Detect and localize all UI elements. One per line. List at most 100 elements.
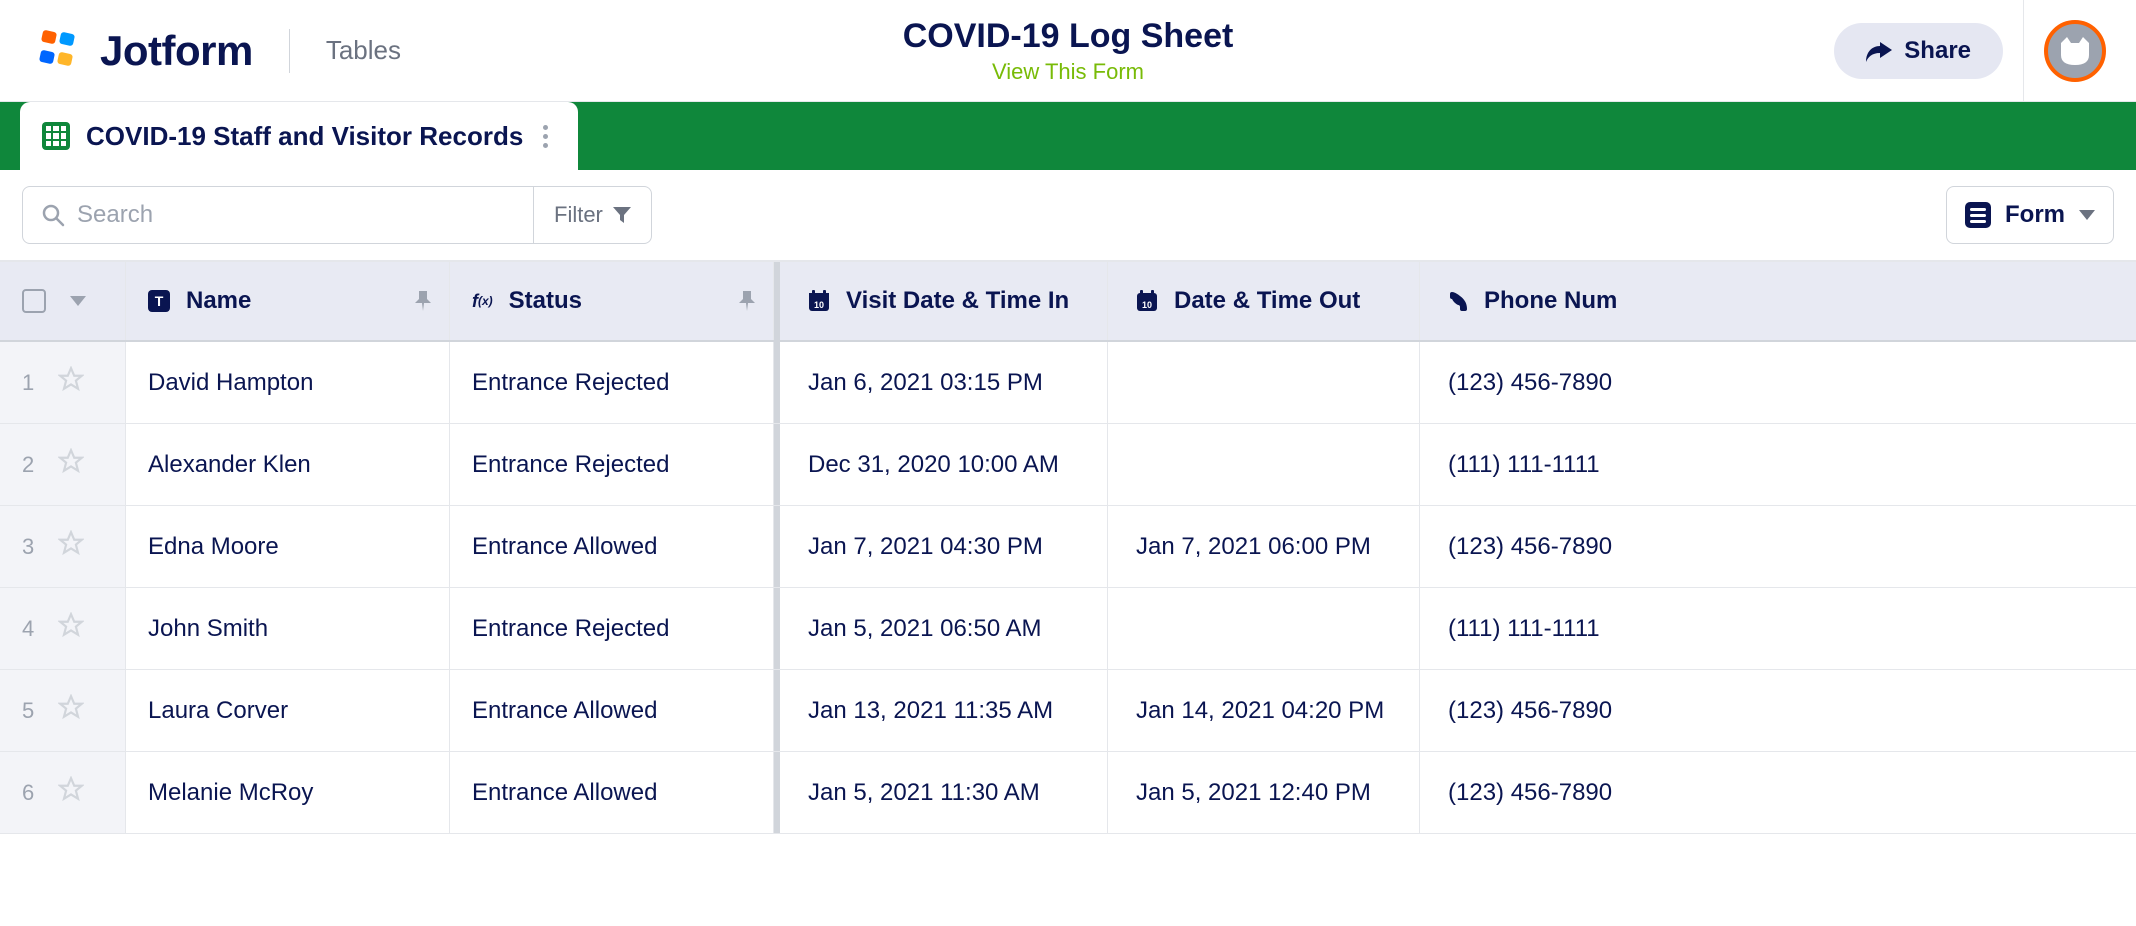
chevron-down-icon[interactable]: [70, 296, 86, 306]
cell-name[interactable]: David Hampton: [126, 342, 450, 423]
cell-name[interactable]: Alexander Klen: [126, 424, 450, 505]
pin-icon[interactable]: [739, 291, 755, 311]
column-label: Date & Time Out: [1174, 287, 1360, 315]
avatar[interactable]: [2044, 20, 2106, 82]
cell-time-out[interactable]: Jan 7, 2021 06:00 PM: [1108, 506, 1420, 587]
cell-status[interactable]: Entrance Allowed: [450, 752, 774, 833]
cell-status[interactable]: Entrance Rejected: [450, 588, 774, 669]
filter-icon: [613, 207, 631, 223]
cell-status[interactable]: Entrance Rejected: [450, 342, 774, 423]
svg-text:T: T: [155, 293, 164, 309]
brand-name[interactable]: Jotform: [100, 27, 253, 75]
cell-status[interactable]: Entrance Allowed: [450, 506, 774, 587]
cell-time-in[interactable]: Jan 13, 2021 11:35 AM: [780, 670, 1108, 751]
controls-row: Filter Form: [0, 170, 2136, 260]
column-label: Name: [186, 287, 251, 315]
view-label: Form: [2005, 201, 2065, 229]
tab-bar: COVID-19 Staff and Visitor Records: [0, 102, 2136, 170]
svg-text:10: 10: [1142, 300, 1152, 310]
cell-name[interactable]: John Smith: [126, 588, 450, 669]
column-header-status[interactable]: f(x) Status: [450, 262, 774, 340]
cell-time-in[interactable]: Jan 5, 2021 11:30 AM: [780, 752, 1108, 833]
calendar-icon: 10: [808, 290, 830, 312]
cell-time-out[interactable]: [1108, 424, 1420, 505]
cell-time-in[interactable]: Jan 6, 2021 03:15 PM: [780, 342, 1108, 423]
column-header-time-in[interactable]: 10 Visit Date & Time In: [780, 262, 1108, 340]
section-label[interactable]: Tables: [326, 35, 401, 66]
pin-icon[interactable]: [415, 291, 431, 311]
search-filter-group: Filter: [22, 186, 652, 244]
table-row[interactable]: 5 Laura Corver Entrance Allowed Jan 13, …: [0, 670, 2136, 752]
column-label: Phone Num: [1484, 287, 1617, 315]
row-number-cell: 2: [0, 424, 126, 505]
row-number-cell: 4: [0, 588, 126, 669]
view-dropdown[interactable]: Form: [1946, 186, 2114, 244]
cell-name[interactable]: Laura Corver: [126, 670, 450, 751]
cell-status[interactable]: Entrance Rejected: [450, 424, 774, 505]
cell-phone[interactable]: (123) 456-7890: [1420, 670, 2136, 751]
column-label: Status: [509, 287, 582, 315]
search-input[interactable]: [77, 201, 515, 229]
cell-time-out[interactable]: [1108, 588, 1420, 669]
row-number-cell: 1: [0, 342, 126, 423]
cell-status[interactable]: Entrance Allowed: [450, 670, 774, 751]
search-box[interactable]: [22, 186, 534, 244]
formula-icon: f(x): [472, 291, 493, 312]
table-icon: [42, 122, 70, 150]
row-number: 2: [22, 452, 34, 478]
row-number: 1: [22, 370, 34, 396]
cell-time-in[interactable]: Jan 7, 2021 04:30 PM: [780, 506, 1108, 587]
cell-time-out[interactable]: [1108, 342, 1420, 423]
select-all-cell: [0, 262, 126, 340]
column-header-time-out[interactable]: 10 Date & Time Out: [1108, 262, 1420, 340]
star-icon[interactable]: [58, 448, 84, 481]
star-icon[interactable]: [58, 694, 84, 727]
avatar-icon: [2055, 31, 2095, 71]
cell-phone[interactable]: (123) 456-7890: [1420, 752, 2136, 833]
select-all-checkbox[interactable]: [22, 289, 46, 313]
table-row[interactable]: 3 Edna Moore Entrance Allowed Jan 7, 202…: [0, 506, 2136, 588]
row-number: 3: [22, 534, 34, 560]
row-number-cell: 5: [0, 670, 126, 751]
chevron-down-icon: [2079, 210, 2095, 220]
view-form-link[interactable]: View This Form: [903, 59, 1234, 85]
cell-phone[interactable]: (123) 456-7890: [1420, 342, 2136, 423]
tab-menu-button[interactable]: [539, 121, 552, 152]
divider: [2023, 0, 2024, 102]
star-icon[interactable]: [58, 612, 84, 645]
cell-phone[interactable]: (111) 111-1111: [1420, 588, 2136, 669]
cell-time-out[interactable]: Jan 5, 2021 12:40 PM: [1108, 752, 1420, 833]
row-number-cell: 6: [0, 752, 126, 833]
page-title: COVID-19 Log Sheet: [903, 16, 1234, 57]
table-row[interactable]: 1 David Hampton Entrance Rejected Jan 6,…: [0, 342, 2136, 424]
star-icon[interactable]: [58, 366, 84, 399]
row-number-cell: 3: [0, 506, 126, 587]
cell-phone[interactable]: (111) 111-1111: [1420, 424, 2136, 505]
cell-time-in[interactable]: Jan 5, 2021 06:50 AM: [780, 588, 1108, 669]
cell-time-out[interactable]: Jan 14, 2021 04:20 PM: [1108, 670, 1420, 751]
filter-button[interactable]: Filter: [534, 186, 652, 244]
table-row[interactable]: 6 Melanie McRoy Entrance Allowed Jan 5, …: [0, 752, 2136, 834]
svg-text:10: 10: [814, 300, 824, 310]
tab-records[interactable]: COVID-19 Staff and Visitor Records: [20, 102, 578, 170]
table-row[interactable]: 2 Alexander Klen Entrance Rejected Dec 3…: [0, 424, 2136, 506]
table-header-row: T Name f(x) Status 10 Visit Date & Time …: [0, 262, 2136, 342]
text-field-icon: T: [148, 290, 170, 312]
table-row[interactable]: 4 John Smith Entrance Rejected Jan 5, 20…: [0, 588, 2136, 670]
tab-label: COVID-19 Staff and Visitor Records: [86, 121, 523, 152]
column-label: Visit Date & Time In: [846, 287, 1069, 315]
divider: [289, 29, 290, 73]
row-number: 5: [22, 698, 34, 724]
cell-phone[interactable]: (123) 456-7890: [1420, 506, 2136, 587]
cell-name[interactable]: Melanie McRoy: [126, 752, 450, 833]
cell-time-in[interactable]: Dec 31, 2020 10:00 AM: [780, 424, 1108, 505]
share-button[interactable]: Share: [1834, 23, 2003, 79]
column-header-name[interactable]: T Name: [126, 262, 450, 340]
data-table: T Name f(x) Status 10 Visit Date & Time …: [0, 260, 2136, 834]
star-icon[interactable]: [58, 530, 84, 563]
column-header-phone[interactable]: Phone Num: [1420, 262, 2136, 340]
star-icon[interactable]: [58, 776, 84, 809]
share-arrow-icon: [1866, 40, 1892, 62]
row-number: 4: [22, 616, 34, 642]
cell-name[interactable]: Edna Moore: [126, 506, 450, 587]
